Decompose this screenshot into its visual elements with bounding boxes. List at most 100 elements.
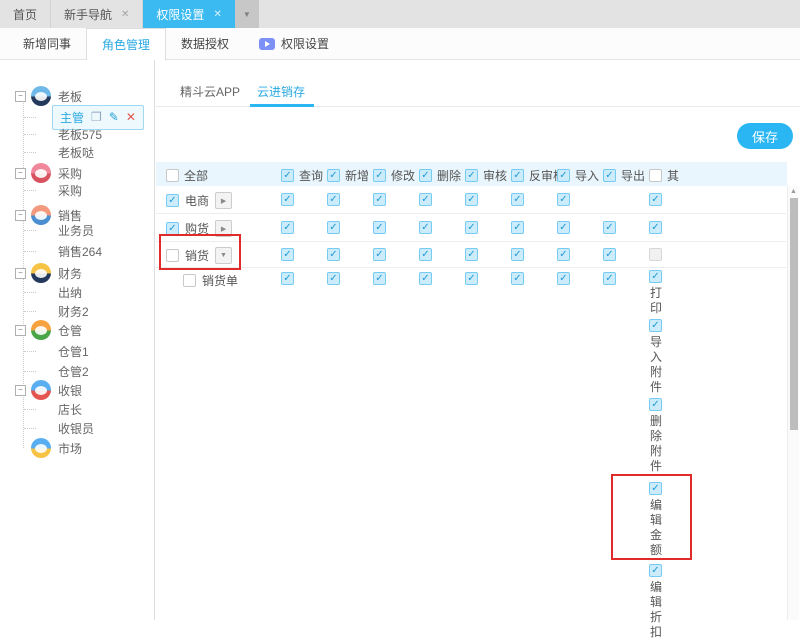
tree-collapse-icon[interactable]: −	[15, 168, 26, 179]
save-button[interactable]: 保存	[737, 123, 793, 149]
tree-collapse-icon[interactable]: −	[15, 385, 26, 396]
tree-node-财务2[interactable]: 财务2	[0, 301, 155, 321]
tab-close-icon[interactable]: ✕	[213, 9, 221, 20]
column-checkbox-其[interactable]	[649, 169, 662, 182]
perm-checkbox-修改[interactable]: ✓	[373, 221, 386, 234]
edit-icon[interactable]: ✎	[109, 110, 119, 124]
perm-checkbox-其[interactable]	[649, 248, 662, 261]
column-checkbox-删除[interactable]: ✓	[419, 169, 432, 182]
copy-icon[interactable]: ❐	[91, 110, 102, 124]
column-checkbox-新增[interactable]: ✓	[327, 169, 340, 182]
row-select-checkbox[interactable]: ✓	[166, 194, 179, 207]
perm-checkbox-删除[interactable]: ✓	[419, 221, 432, 234]
tree-node-老板哒[interactable]: 老板哒	[0, 142, 155, 162]
perm-checkbox-查询[interactable]: ✓	[281, 272, 294, 285]
tab-精斗云APP[interactable]: 精斗云APP	[180, 83, 240, 100]
tree-node-老板575[interactable]: 老板575	[0, 124, 155, 144]
tree-node-收银[interactable]: − 收银	[0, 380, 155, 400]
window-tabbar: 首页新手导航✕权限设置✕▼	[0, 0, 800, 28]
perm-checkbox-导出[interactable]: ✓	[603, 248, 616, 261]
perm-checkbox-删除[interactable]: ✓	[419, 193, 432, 206]
perm-checkbox-导入[interactable]: ✓	[557, 248, 570, 261]
perm-checkbox-反审核[interactable]: ✓	[511, 272, 524, 285]
tree-node-出纳[interactable]: 出纳	[0, 282, 155, 302]
perm-checkbox-反审核[interactable]: ✓	[511, 248, 524, 261]
tree-collapse-icon[interactable]: −	[15, 325, 26, 336]
column-checkbox-修改[interactable]: ✓	[373, 169, 386, 182]
tree-node-收银员[interactable]: 收银员	[0, 418, 155, 438]
nav-item-新增同事[interactable]: 新增同事	[8, 28, 86, 59]
window-tab[interactable]: 首页	[0, 0, 51, 28]
video-play-icon	[259, 38, 275, 50]
tree-node-财务[interactable]: −财务	[0, 263, 155, 283]
extra-perm-checkbox[interactable]: ✓	[649, 564, 662, 577]
tree-collapse-icon[interactable]: −	[15, 91, 26, 102]
tree-collapse-icon[interactable]: −	[15, 268, 26, 279]
perm-checkbox-反审核[interactable]: ✓	[511, 193, 524, 206]
tab-云进销存[interactable]: 云进销存	[257, 83, 305, 100]
perm-checkbox-导入[interactable]: ✓	[557, 272, 570, 285]
perm-checkbox-导出[interactable]: ✓	[603, 272, 616, 285]
perm-checkbox-新增[interactable]: ✓	[327, 221, 340, 234]
perm-checkbox-查询[interactable]: ✓	[281, 221, 294, 234]
tree-node-仓管2[interactable]: 仓管2	[0, 361, 155, 381]
perm-checkbox-其[interactable]: ✓	[649, 193, 662, 206]
tree-node-店长[interactable]: 店长	[0, 399, 155, 419]
window-tab[interactable]: 权限设置✕	[143, 0, 234, 28]
extra-perm-checkbox[interactable]: ✓	[649, 398, 662, 411]
perm-checkbox-修改[interactable]: ✓	[373, 193, 386, 206]
perm-checkbox-导入[interactable]: ✓	[557, 193, 570, 206]
perm-checkbox-审核[interactable]: ✓	[465, 248, 478, 261]
perm-checkbox-其[interactable]: ✓	[649, 221, 662, 234]
column-checkbox-反审核[interactable]: ✓	[511, 169, 524, 182]
column-label: 导出	[621, 167, 645, 184]
perm-checkbox-查询[interactable]: ✓	[281, 248, 294, 261]
window-tab[interactable]: 新手导航✕	[51, 0, 143, 28]
tree-node-label: 财务2	[58, 303, 89, 320]
tree-node-老板[interactable]: −老板	[0, 86, 155, 106]
column-checkbox-导入[interactable]: ✓	[557, 169, 570, 182]
scrollbar-thumb[interactable]	[790, 198, 798, 430]
select-all-checkbox[interactable]	[166, 169, 179, 182]
expand-right-icon[interactable]: ▶	[215, 192, 232, 209]
extra-perm-checkbox[interactable]: ✓	[649, 270, 662, 283]
perm-checkbox-导入[interactable]: ✓	[557, 221, 570, 234]
tree-node-采购[interactable]: 采购	[0, 180, 155, 200]
tree-node-仓管[interactable]: −仓管	[0, 320, 155, 340]
column-checkbox-导出[interactable]: ✓	[603, 169, 616, 182]
scroll-up-icon[interactable]: ▲	[790, 188, 797, 195]
column-checkbox-审核[interactable]: ✓	[465, 169, 478, 182]
perm-checkbox-删除[interactable]: ✓	[419, 248, 432, 261]
perm-checkbox-新增[interactable]: ✓	[327, 272, 340, 285]
extra-perm-checkbox[interactable]: ✓	[649, 319, 662, 332]
perm-checkbox-审核[interactable]: ✓	[465, 193, 478, 206]
tree-node-仓管1[interactable]: 仓管1	[0, 341, 155, 361]
column-checkbox-查询[interactable]: ✓	[281, 169, 294, 182]
tree-node-label: 收银	[58, 382, 82, 399]
perm-checkbox-新增[interactable]: ✓	[327, 193, 340, 206]
avatar-face	[35, 211, 47, 220]
nav-item-权限设置[interactable]: 权限设置	[244, 28, 344, 59]
perm-checkbox-反审核[interactable]: ✓	[511, 221, 524, 234]
vertical-scrollbar[interactable]: ▲	[787, 186, 799, 620]
perm-checkbox-查询[interactable]: ✓	[281, 193, 294, 206]
perm-checkbox-审核[interactable]: ✓	[465, 221, 478, 234]
perm-checkbox-修改[interactable]: ✓	[373, 248, 386, 261]
nav-item-数据授权[interactable]: 数据授权	[166, 28, 244, 59]
row-select-checkbox[interactable]	[183, 274, 196, 287]
tree-connector-stub	[24, 251, 36, 252]
perm-checkbox-新增[interactable]: ✓	[327, 248, 340, 261]
tree-node-市场[interactable]: 市场	[0, 438, 155, 458]
tree-node-销售264[interactable]: 销售264	[0, 241, 155, 261]
nav-item-角色管理[interactable]: 角色管理	[86, 28, 166, 61]
annotation-box-xiaohuo-row	[159, 234, 241, 270]
tab-close-icon[interactable]: ✕	[121, 9, 129, 20]
delete-icon[interactable]: ✕	[126, 110, 136, 124]
perm-checkbox-导出[interactable]: ✓	[603, 221, 616, 234]
perm-checkbox-审核[interactable]: ✓	[465, 272, 478, 285]
perm-checkbox-删除[interactable]: ✓	[419, 272, 432, 285]
tree-node-业务员[interactable]: 业务员	[0, 220, 155, 240]
tab-list-dropdown-icon[interactable]: ▼	[235, 0, 259, 28]
avatar-face	[35, 269, 47, 278]
perm-checkbox-修改[interactable]: ✓	[373, 272, 386, 285]
